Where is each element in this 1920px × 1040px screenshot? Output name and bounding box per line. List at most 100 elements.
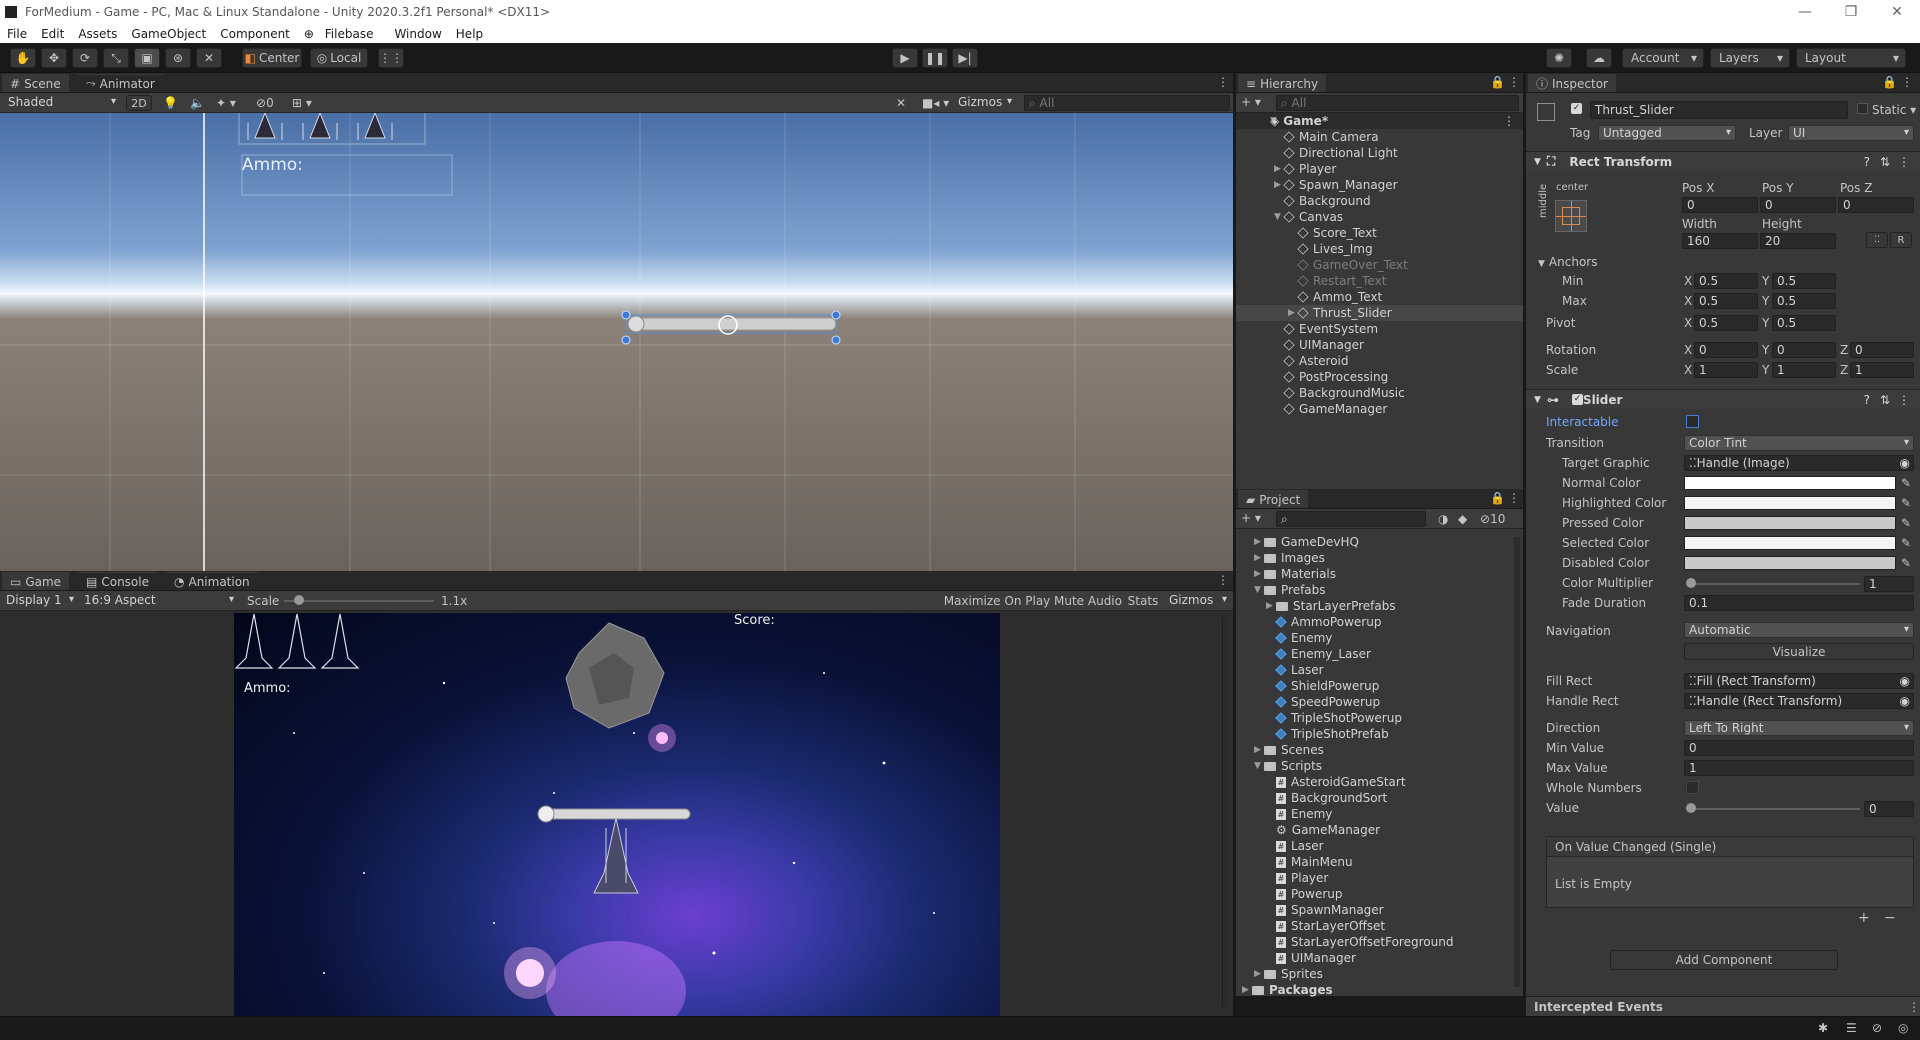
scale-slider-track[interactable]: [284, 600, 434, 602]
tab-scene[interactable]: # Scene: [2, 74, 69, 92]
raw-edit-button[interactable]: R: [1890, 232, 1912, 248]
hierarchy-lock-icon[interactable]: 🔒: [1490, 75, 1505, 89]
inspector-menu-icon[interactable]: ⋮: [1901, 75, 1913, 89]
game-gizmos-dropdown[interactable]: Gizmos: [1165, 593, 1231, 609]
menu-gameobject[interactable]: GameObject: [124, 27, 213, 41]
project-item[interactable]: # MainMenu: [1236, 854, 1473, 870]
color-multiplier-input[interactable]: 1: [1864, 576, 1914, 592]
disabled-eyedropper-icon[interactable]: ✎: [1901, 556, 1911, 570]
project-item[interactable]: # StarLayerOffset: [1236, 918, 1473, 934]
min-value-input[interactable]: 0: [1684, 740, 1914, 756]
object-name-input[interactable]: Thrust_Slider: [1590, 101, 1848, 119]
hierarchy-item[interactable]: PostProcessing: [1236, 369, 1523, 385]
expand-arrow[interactable]: ▶: [1266, 601, 1276, 611]
hierarchy-item[interactable]: Restart_Text: [1236, 273, 1523, 289]
selected-color-swatch[interactable]: [1684, 536, 1896, 550]
bug-icon[interactable]: ✱: [1818, 1021, 1828, 1035]
disabled-color-swatch[interactable]: [1684, 556, 1896, 570]
project-item[interactable]: TripleShotPrefab: [1236, 726, 1473, 742]
hierarchy-item[interactable]: Directional Light: [1236, 145, 1523, 161]
rotate-tool-icon[interactable]: ⟳: [72, 48, 98, 68]
project-item[interactable]: SpeedPowerup: [1236, 694, 1473, 710]
min-y-input[interactable]: 0.5: [1772, 273, 1836, 289]
color-multiplier-track[interactable]: [1690, 583, 1860, 585]
hierarchy-item[interactable]: Ammo_Text: [1236, 289, 1523, 305]
expand-arrow[interactable]: ▶: [1254, 537, 1264, 547]
grid-icon[interactable]: ⊞ ▾: [292, 96, 312, 110]
pressed-color-swatch[interactable]: [1684, 516, 1896, 530]
move-tool-icon[interactable]: ✥: [41, 48, 67, 68]
event-remove-button[interactable]: −: [1884, 910, 1896, 926]
fade-duration-input[interactable]: 0.1: [1684, 595, 1914, 611]
rect-preset-icon[interactable]: ⇅: [1880, 155, 1890, 169]
scene-expand-arrow[interactable]: ▼: [1236, 116, 1277, 126]
project-item[interactable]: ▼ Scripts: [1236, 758, 1473, 774]
max-y-input[interactable]: 0.5: [1772, 293, 1836, 309]
tools-icon[interactable]: ✕: [896, 96, 906, 110]
hierarchy-scene-root[interactable]: ▼ ◈ Game* ⋮: [1236, 113, 1523, 129]
account-dropdown[interactable]: Account ▾: [1622, 48, 1704, 68]
project-item[interactable]: ▶ StarLayerPrefabs: [1236, 598, 1473, 614]
lighting-icon[interactable]: 💡: [163, 96, 178, 110]
min-x-input[interactable]: 0.5: [1694, 273, 1758, 289]
posz-input[interactable]: 0: [1838, 197, 1914, 213]
handle-rect-field[interactable]: ⁚⁚Handle (Rect Transform) ◉: [1684, 693, 1914, 709]
project-item[interactable]: # Laser: [1236, 838, 1473, 854]
width-input[interactable]: 160: [1682, 233, 1758, 249]
project-item[interactable]: ▶ Sprites: [1236, 966, 1473, 982]
game-view[interactable]: Score: Ammo:: [0, 611, 1233, 1016]
direction-dropdown[interactable]: Left To Right: [1684, 720, 1914, 736]
rect-transform-fold-arrow[interactable]: ▼: [1534, 157, 1541, 167]
pivot-center-button[interactable]: ◧ Center: [242, 48, 302, 68]
transform-tool-icon[interactable]: ⊛: [165, 48, 191, 68]
project-item[interactable]: # Enemy: [1236, 806, 1473, 822]
collab-icon[interactable]: ✺: [1546, 48, 1572, 68]
project-scrollbar[interactable]: [1514, 537, 1520, 987]
menu-filebase[interactable]: ⊕ Filebase: [297, 27, 388, 41]
cache-icon[interactable]: ⊘: [1872, 1021, 1882, 1035]
slider-enabled-checkbox[interactable]: ✓: [1572, 394, 1583, 405]
maximize-on-play-button[interactable]: Maximize On Play: [942, 592, 1052, 610]
game-menu-icon[interactable]: ⋮: [1217, 573, 1229, 587]
pause-button[interactable]: ❚❚: [922, 48, 948, 68]
project-item[interactable]: ⚙ GameManager: [1236, 822, 1473, 838]
tag-dropdown[interactable]: Untagged: [1598, 125, 1736, 141]
slider-fold-arrow[interactable]: ▼: [1534, 395, 1541, 405]
highlighted-eyedropper-icon[interactable]: ✎: [1901, 496, 1911, 510]
layer-dropdown[interactable]: UI: [1788, 125, 1914, 141]
project-item[interactable]: AmmoPowerup: [1236, 614, 1473, 630]
anchors-foldout[interactable]: ▼ Anchors: [1538, 255, 1597, 269]
project-item[interactable]: ▼ Prefabs: [1236, 582, 1473, 598]
tab-animation[interactable]: ◔ Animation: [166, 572, 258, 590]
aspect-dropdown[interactable]: 16:9 Aspect: [80, 593, 238, 609]
fill-rect-field[interactable]: ⁚⁚Fill (Rect Transform) ◉: [1684, 673, 1914, 689]
pivot-x-input[interactable]: 0.5: [1694, 315, 1758, 331]
grid-snap-icon[interactable]: ⋮⋮: [378, 48, 404, 68]
interactable-checkbox[interactable]: [1686, 415, 1699, 428]
hierarchy-item[interactable]: Background: [1236, 193, 1523, 209]
slider-preset-icon[interactable]: ⇅: [1880, 393, 1890, 407]
blueprint-mode-button[interactable]: ⁚⁚: [1866, 232, 1888, 248]
hierarchy-item[interactable]: ▶ Player: [1236, 161, 1523, 177]
hierarchy-item[interactable]: EventSystem: [1236, 321, 1523, 337]
hierarchy-item[interactable]: Score_Text: [1236, 225, 1523, 241]
pivot-y-input[interactable]: 0.5: [1772, 315, 1836, 331]
expand-arrow[interactable]: ▶: [1254, 553, 1264, 563]
audio-icon[interactable]: 🔈: [190, 96, 205, 110]
scale-tool-icon[interactable]: ⤡: [103, 48, 129, 68]
hierarchy-item[interactable]: UIManager: [1236, 337, 1523, 353]
gizmos-dropdown[interactable]: Gizmos: [954, 95, 1016, 111]
visualize-button[interactable]: Visualize: [1684, 643, 1914, 660]
play-button[interactable]: ▶: [892, 48, 918, 68]
project-item[interactable]: # BackgroundSort: [1236, 790, 1473, 806]
filter-label-icon[interactable]: ◆: [1458, 512, 1467, 526]
inspector-lock-icon[interactable]: 🔒: [1882, 75, 1897, 89]
project-item[interactable]: # AsteroidGameStart: [1236, 774, 1473, 790]
project-menu-icon[interactable]: ⋮: [1508, 491, 1520, 505]
intercepted-menu-icon[interactable]: ⋮: [1908, 1000, 1920, 1014]
custom-tool-icon[interactable]: ✕: [196, 48, 222, 68]
tab-console[interactable]: ▤ Console: [78, 572, 157, 590]
project-item[interactable]: ▶ Images: [1236, 550, 1473, 566]
hierarchy-menu-icon[interactable]: ⋮: [1508, 75, 1520, 89]
target-graphic-picker-icon[interactable]: ◉: [1900, 456, 1910, 470]
